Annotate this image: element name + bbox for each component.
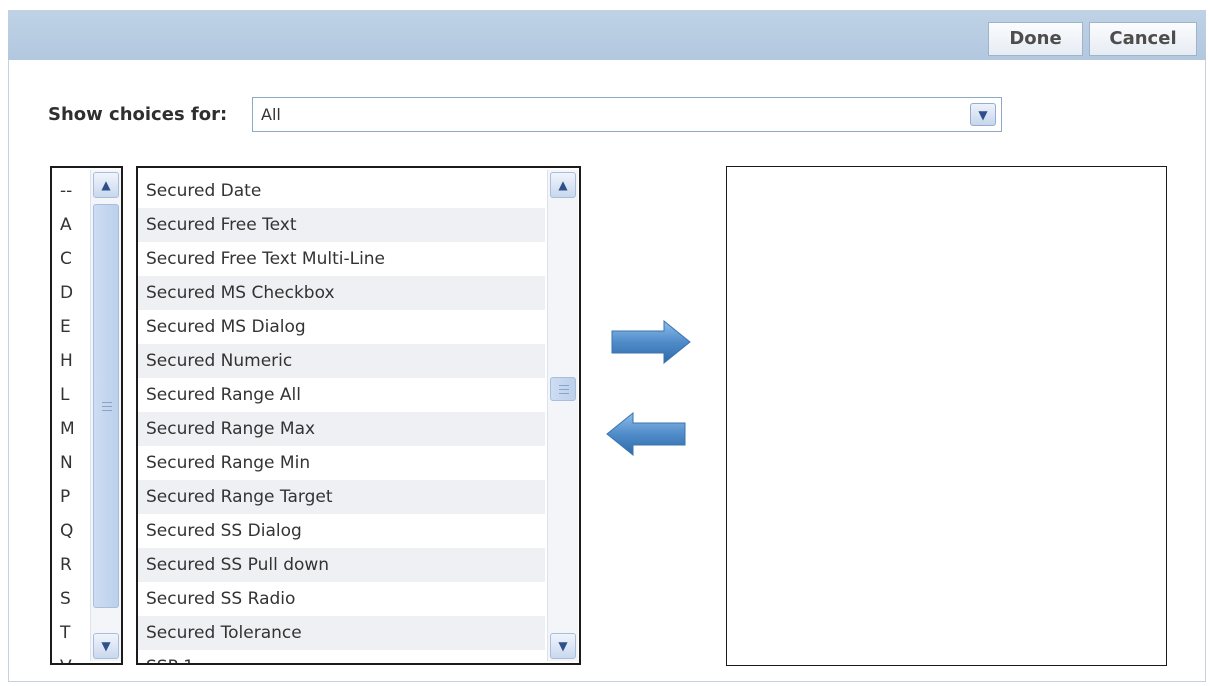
letter-index-item[interactable]: A <box>52 208 88 242</box>
available-field-item[interactable]: Secured Range Max <box>138 412 545 446</box>
scrollbar-thumb[interactable] <box>550 377 576 401</box>
letter-index-item[interactable]: L <box>52 378 88 412</box>
available-fields-list[interactable]: Secured Date Secured Free Text Secured Fre… <box>136 166 581 665</box>
chevron-down-icon[interactable]: ▼ <box>93 633 119 659</box>
grip-icon <box>559 385 569 394</box>
letter-index-item[interactable]: D <box>52 276 88 310</box>
available-field-item[interactable]: Secured Range Target <box>138 480 545 514</box>
selected-fields-list[interactable] <box>726 166 1167 666</box>
arrow-right-icon[interactable] <box>610 320 692 364</box>
show-choices-label: Show choices for: <box>48 104 228 125</box>
available-field-item[interactable]: Secured SS Dialog <box>138 514 545 548</box>
show-choices-value: All <box>261 105 281 124</box>
letter-index-item[interactable]: V <box>52 650 88 663</box>
letter-index-scrollbar[interactable]: ▲ ▼ <box>90 170 121 661</box>
available-field-item[interactable]: Secured MS Checkbox <box>138 276 545 310</box>
letter-index-item[interactable]: S <box>52 582 88 616</box>
available-field-item[interactable]: Secured SS Pull down <box>138 548 545 582</box>
done-button[interactable]: Done <box>988 22 1083 56</box>
letter-index-item[interactable]: E <box>52 310 88 344</box>
letter-index-item[interactable]: R <box>52 548 88 582</box>
available-field-item[interactable]: Secured Free Text Multi-Line <box>138 242 545 276</box>
available-field-item[interactable]: SSP 1 <box>138 650 545 663</box>
available-field-item[interactable]: Secured MS Dialog <box>138 310 545 344</box>
letter-index-item[interactable]: P <box>52 480 88 514</box>
chevron-down-icon[interactable]: ▼ <box>970 103 996 126</box>
letter-index-item[interactable]: N <box>52 446 88 480</box>
letter-index-item[interactable]: T <box>52 616 88 650</box>
available-field-item[interactable]: Secured Free Text <box>138 208 545 242</box>
letter-index-item[interactable]: H <box>52 344 88 378</box>
letter-index-item[interactable]: -- <box>52 174 88 208</box>
cancel-button[interactable]: Cancel <box>1089 22 1197 56</box>
letter-index-item[interactable]: M <box>52 412 88 446</box>
available-field-item[interactable]: Secured Date <box>138 174 545 208</box>
available-field-item[interactable]: Secured SS Radio <box>138 582 545 616</box>
available-field-item[interactable]: Secured Range Min <box>138 446 545 480</box>
chevron-down-icon[interactable]: ▼ <box>550 633 576 659</box>
letter-index-list[interactable]: --ACDEHLMNPQRSTV ▲ ▼ <box>50 166 123 665</box>
available-fields-rows: Secured Date Secured Free Text Secured Fre… <box>138 174 545 663</box>
letter-index-rows: --ACDEHLMNPQRSTV <box>52 174 88 663</box>
chevron-up-icon[interactable]: ▲ <box>550 172 576 198</box>
chevron-up-icon[interactable]: ▲ <box>93 172 119 198</box>
letter-index-item[interactable]: C <box>52 242 88 276</box>
available-fields-scrollbar[interactable]: ▲ ▼ <box>547 170 578 661</box>
available-field-item[interactable]: Secured Range All <box>138 378 545 412</box>
available-field-item[interactable]: Secured Tolerance <box>138 616 545 650</box>
show-choices-select[interactable]: All ▼ <box>252 97 1002 132</box>
grip-icon <box>102 402 112 411</box>
scrollbar-thumb[interactable] <box>93 204 119 608</box>
letter-index-item[interactable]: Q <box>52 514 88 548</box>
arrow-left-icon[interactable] <box>605 412 687 456</box>
available-field-item[interactable]: Secured Numeric <box>138 344 545 378</box>
